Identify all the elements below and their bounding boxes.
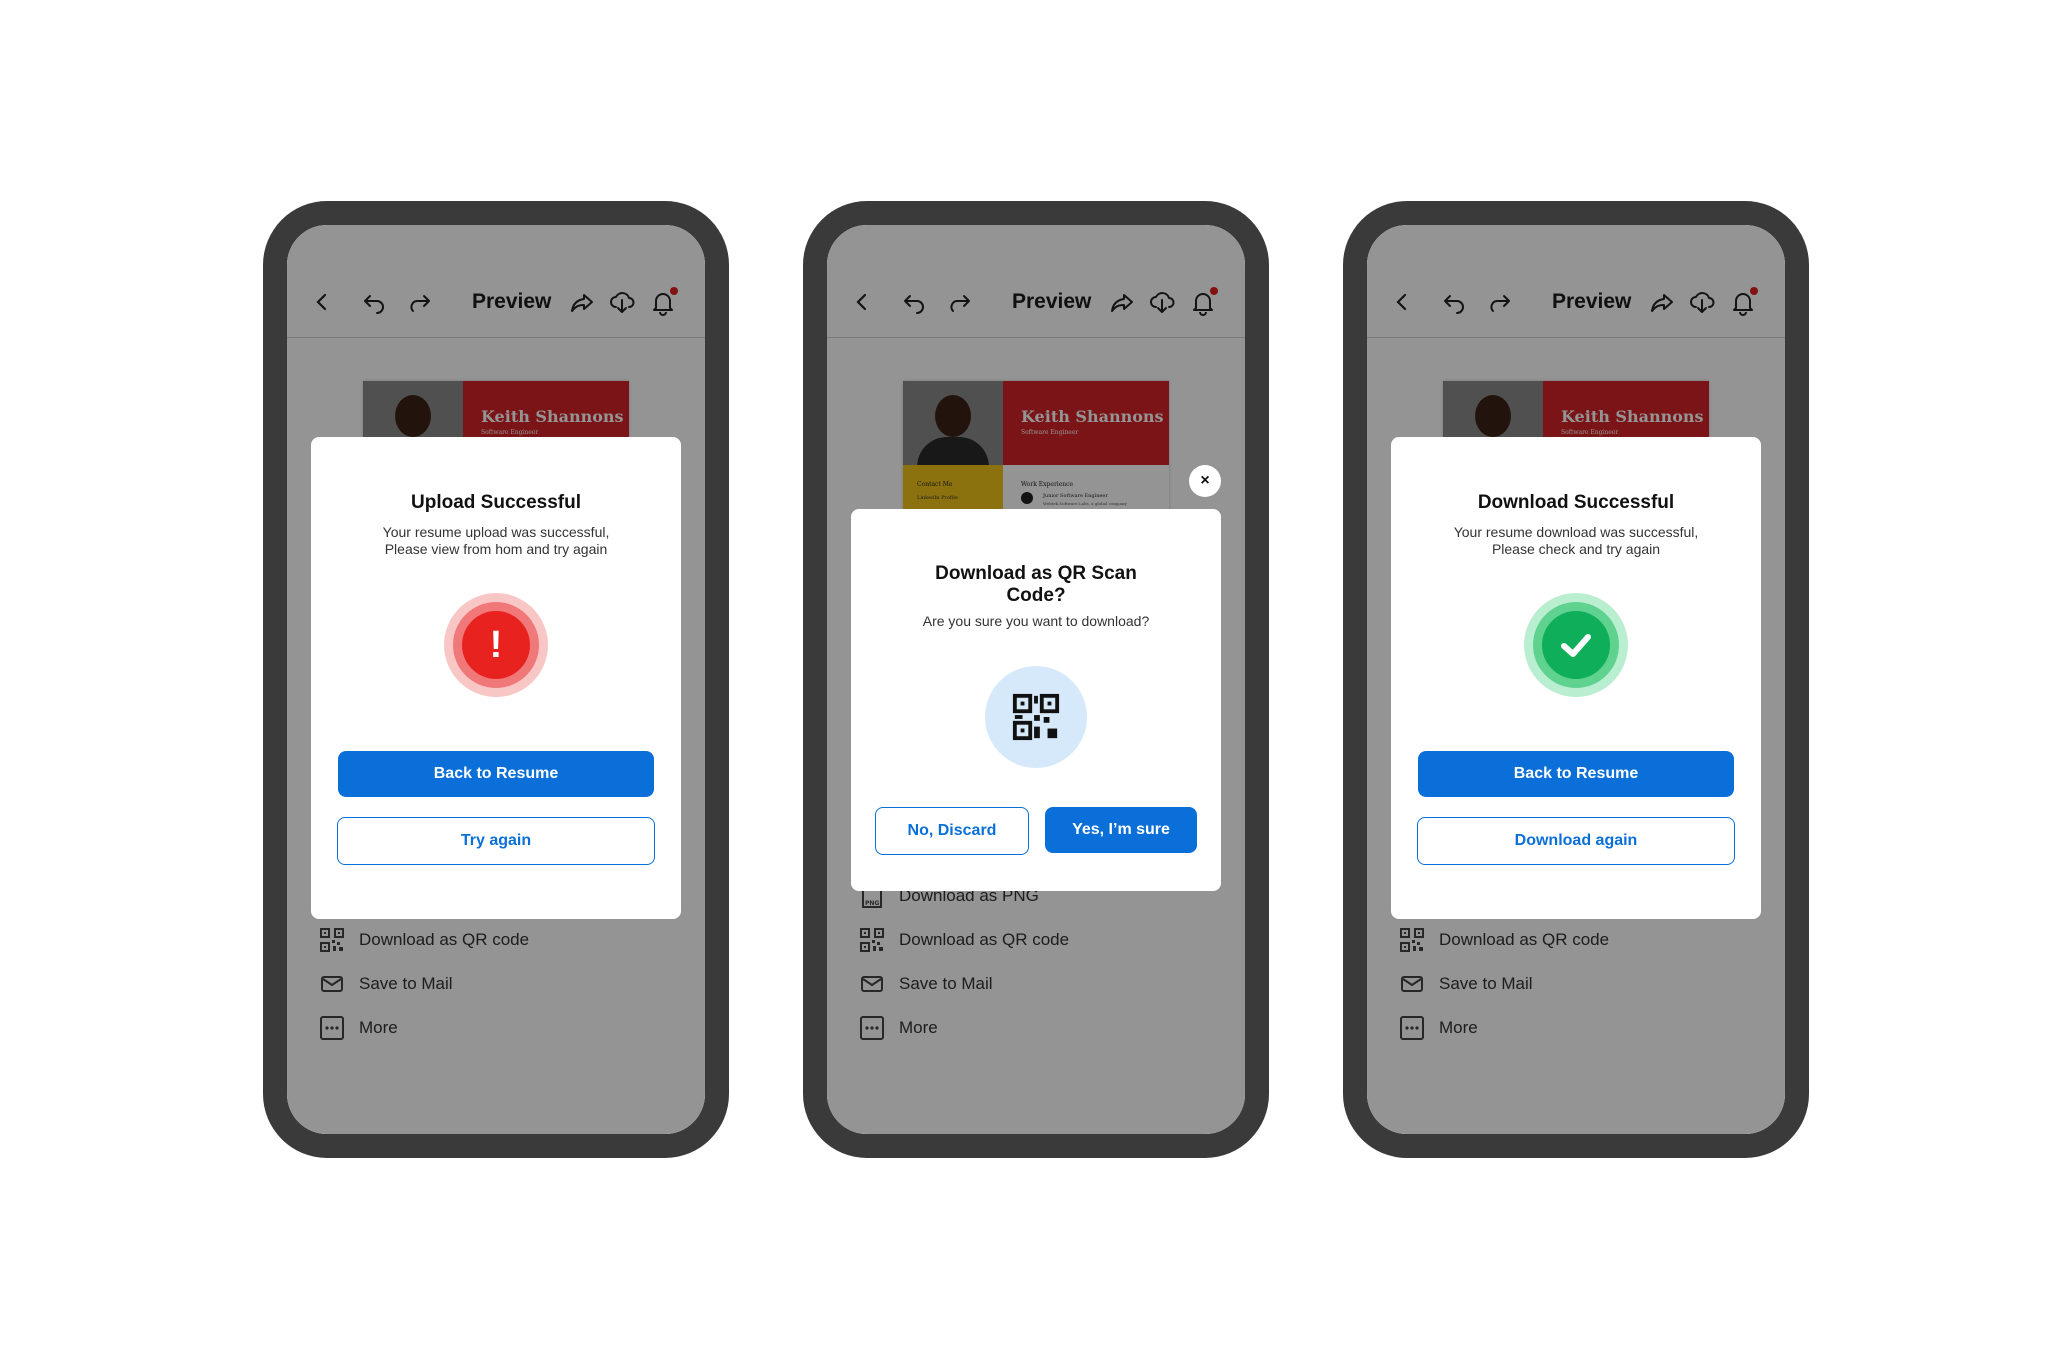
qr-badge xyxy=(985,666,1087,768)
phone-download-success: Preview Keith Shannons Software Engineer… xyxy=(1343,201,1809,1158)
error-status-badge: ! xyxy=(444,593,548,697)
confirm-download-button[interactable]: Yes, I’m sure xyxy=(1045,807,1197,853)
dialog-title-line: Code? xyxy=(1006,585,1066,606)
close-icon: × xyxy=(1200,472,1210,489)
dialog-message-line: Please check and try again xyxy=(1491,541,1661,557)
download-again-button[interactable]: Download again xyxy=(1417,817,1735,865)
try-again-button[interactable]: Try again xyxy=(337,817,655,865)
success-status-badge xyxy=(1524,593,1628,697)
dialog-message: Your resume upload was successful, Pleas… xyxy=(311,524,681,558)
dialog-title: Upload Successful xyxy=(411,492,581,513)
dialog-message-line: Your resume download was successful, xyxy=(1453,524,1699,540)
upload-status-dialog: Upload Successful Your resume upload was… xyxy=(311,437,681,919)
phone-screen: Preview Keith Shannons Software Engineer… xyxy=(287,225,705,1134)
phone-screen: Preview Keith Shannons Software Engineer… xyxy=(1367,225,1785,1134)
dialog-message-line: Please view from hom and try again xyxy=(384,541,608,557)
exclamation-icon: ! xyxy=(462,611,530,679)
dialog-message: Your resume download was successful, Ple… xyxy=(1391,524,1761,558)
qr-download-confirm-dialog: Download as QR Scan Code? Are you sure y… xyxy=(851,509,1221,891)
dialog-message-line: Your resume upload was successful, xyxy=(382,524,610,540)
close-dialog-button[interactable]: × xyxy=(1189,465,1221,497)
back-to-resume-button[interactable]: Back to Resume xyxy=(338,751,654,797)
phone-upload-error: Preview Keith Shannons Software Engineer… xyxy=(263,201,729,1158)
phone-screen: Preview Keith Shannons Software Engineer… xyxy=(827,225,1245,1134)
dialog-title: Download Successful xyxy=(1477,492,1675,513)
dialog-message: Are you sure you want to download? xyxy=(922,613,1150,629)
discard-button[interactable]: No, Discard xyxy=(875,807,1029,855)
qr-code-icon xyxy=(1012,693,1060,741)
checkmark-icon xyxy=(1542,611,1610,679)
dialog-title-line: Download as QR Scan xyxy=(935,563,1137,584)
download-status-dialog: Download Successful Your resume download… xyxy=(1391,437,1761,919)
back-to-resume-button[interactable]: Back to Resume xyxy=(1418,751,1734,797)
dialog-title: Download as QR Scan Code? xyxy=(851,563,1221,607)
phone-qr-confirm: Preview Keith Shannons Software Engineer… xyxy=(803,201,1269,1158)
